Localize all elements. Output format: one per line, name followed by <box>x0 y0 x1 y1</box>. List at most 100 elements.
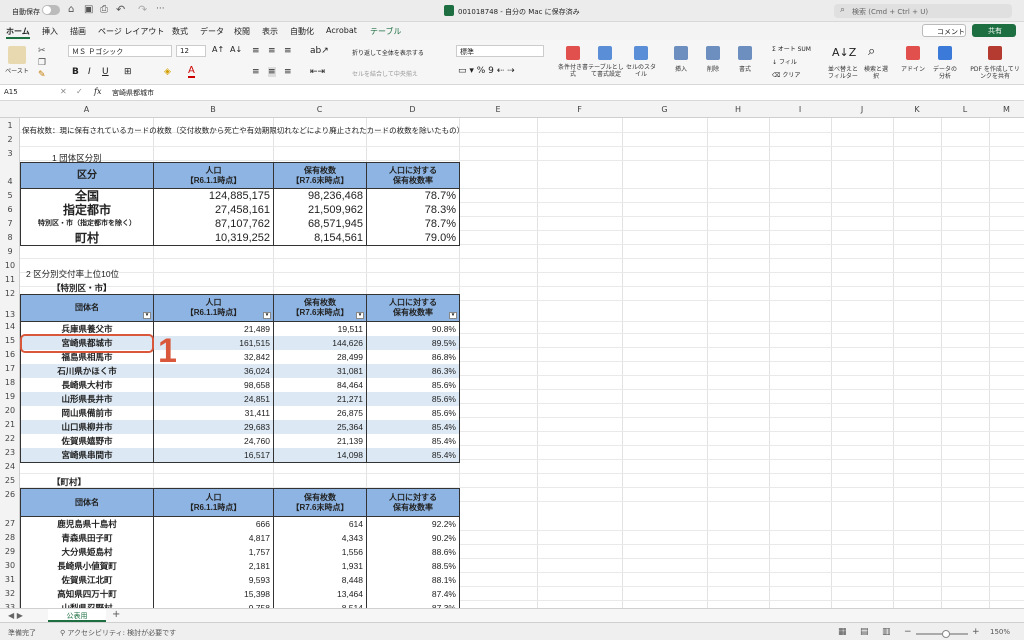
col-header-b[interactable]: B <box>153 105 273 114</box>
paste-icon[interactable] <box>8 46 26 64</box>
rate-cell[interactable]: 85.4% <box>366 420 460 435</box>
rate-cell[interactable]: 85.6% <box>366 378 460 393</box>
col-header-j[interactable]: J <box>831 105 893 114</box>
row-name-cell[interactable]: 高知県四万十町 <box>20 587 154 602</box>
population-cell[interactable]: 4,817 <box>153 531 274 546</box>
comment-button[interactable]: コメント <box>922 24 966 37</box>
accessibility-status[interactable]: ⚲ アクセシビリティ: 検討が必要です <box>60 628 176 638</box>
search-box[interactable]: ⌕ 検索 (Cmd + Ctrl + U) <box>834 4 1012 18</box>
col-header-l[interactable]: L <box>941 105 989 114</box>
align-top-icon[interactable]: ≡ <box>252 46 260 56</box>
wrap-text-button[interactable]: 折り返して全体を表示する <box>352 48 424 57</box>
row-header[interactable]: 27 <box>0 519 20 528</box>
col-header-d[interactable]: D <box>366 105 459 114</box>
font-color-icon[interactable]: A <box>188 66 195 78</box>
rate-cell[interactable]: 78.7% <box>366 189 460 204</box>
row-name-cell[interactable]: 特別区・市（指定都市を除く） <box>20 217 154 232</box>
tab-draw[interactable]: 描画 <box>70 26 86 37</box>
rate-cell[interactable]: 88.5% <box>366 559 460 574</box>
rate-cell[interactable]: 78.7% <box>366 217 460 232</box>
row-header[interactable]: 4 <box>0 177 20 186</box>
holdings-cell[interactable]: 68,571,945 <box>273 217 367 232</box>
population-cell[interactable]: 666 <box>153 517 274 532</box>
tab-acrobat[interactable]: Acrobat <box>326 26 357 35</box>
copy-icon[interactable]: ❐ <box>38 58 46 68</box>
redo-icon[interactable]: ↷ <box>138 3 147 16</box>
row-header[interactable]: 16 <box>0 350 20 359</box>
population-cell[interactable]: 24,851 <box>153 392 274 407</box>
filter-dropdown-icon[interactable]: ▾ <box>263 312 271 319</box>
col-header-g[interactable]: G <box>622 105 707 114</box>
population-cell[interactable]: 27,458,161 <box>153 203 274 218</box>
tab-review[interactable]: 校閲 <box>234 26 250 37</box>
holdings-cell[interactable]: 21,509,962 <box>273 203 367 218</box>
autosum-button[interactable]: Σ オート SUM <box>772 44 811 53</box>
row-header[interactable]: 12 <box>0 289 20 298</box>
fill-button[interactable]: ↓ フィル <box>772 57 797 66</box>
row-header[interactable]: 17 <box>0 364 20 373</box>
zoom-out-icon[interactable]: − <box>904 627 912 637</box>
row-header[interactable]: 9 <box>0 247 20 256</box>
rate-cell[interactable]: 86.3% <box>366 364 460 379</box>
rate-cell[interactable]: 85.4% <box>366 434 460 449</box>
population-cell[interactable]: 2,181 <box>153 559 274 574</box>
holdings-cell[interactable]: 84,464 <box>273 378 367 393</box>
border-icon[interactable]: ⊞ <box>124 67 132 77</box>
bold-icon[interactable]: B <box>72 67 79 77</box>
conditional-format-icon[interactable] <box>566 46 580 60</box>
add-sheet-icon[interactable]: + <box>112 609 120 620</box>
row-header[interactable]: 31 <box>0 575 20 584</box>
cell-style-icon[interactable] <box>634 46 648 60</box>
orientation-icon[interactable]: ab↗ <box>310 46 329 56</box>
row-name-cell[interactable]: 山形県長井市 <box>20 392 154 407</box>
rate-cell[interactable]: 87.4% <box>366 587 460 602</box>
row-name-cell[interactable]: 宮崎県串間市 <box>20 448 154 463</box>
holdings-cell[interactable]: 21,271 <box>273 392 367 407</box>
row-name-cell[interactable]: 山口県柳井市 <box>20 420 154 435</box>
home-icon[interactable]: ⌂ <box>68 4 74 15</box>
fill-color-icon[interactable]: ◈ <box>164 67 171 77</box>
normal-view-icon[interactable]: ▦ <box>838 627 847 637</box>
row-header[interactable]: 5 <box>0 191 20 200</box>
rate-cell[interactable]: 78.3% <box>366 203 460 218</box>
row-name-cell[interactable]: 石川県かほく市 <box>20 364 154 379</box>
align-middle-icon[interactable]: ≡ <box>268 46 276 56</box>
row-header[interactable]: 30 <box>0 561 20 570</box>
number-format-select[interactable]: 標準 <box>456 45 544 57</box>
holdings-cell[interactable]: 1,931 <box>273 559 367 574</box>
format-cells-icon[interactable] <box>738 46 752 60</box>
holdings-cell[interactable]: 25,364 <box>273 420 367 435</box>
cut-icon[interactable]: ✂ <box>38 46 46 56</box>
row-header[interactable]: 23 <box>0 448 20 457</box>
create-pdf-icon[interactable] <box>988 46 1002 60</box>
population-cell[interactable]: 10,319,252 <box>153 231 274 246</box>
population-cell[interactable]: 9,593 <box>153 573 274 588</box>
row-header[interactable]: 19 <box>0 392 20 401</box>
row-header[interactable]: 1 <box>0 121 20 130</box>
population-cell[interactable]: 1,757 <box>153 545 274 560</box>
row-name-cell[interactable]: 佐賀県嬉野市 <box>20 434 154 449</box>
row-name-cell[interactable]: 鹿児島県十島村 <box>20 517 154 532</box>
clear-button[interactable]: ⌫ クリア <box>772 70 800 79</box>
row-header[interactable]: 10 <box>0 261 20 270</box>
tab-table[interactable]: テーブル <box>370 26 402 37</box>
undo-icon[interactable]: ↶ <box>116 3 125 16</box>
filter-dropdown-icon[interactable]: ▾ <box>356 312 364 319</box>
save-icon[interactable]: ▣ <box>84 4 93 15</box>
row-header[interactable]: 26 <box>0 490 20 499</box>
holdings-cell[interactable]: 14,098 <box>273 448 367 463</box>
holdings-cell[interactable]: 8,448 <box>273 573 367 588</box>
format-painter-icon[interactable]: ✎ <box>38 70 46 80</box>
page-break-view-icon[interactable]: ▥ <box>882 627 891 637</box>
row-header[interactable]: 2 <box>0 135 20 144</box>
sort-filter-icon[interactable]: A↓Z <box>832 46 856 59</box>
cancel-icon[interactable]: ✕ <box>60 87 67 96</box>
tab-formulas[interactable]: 数式 <box>172 26 188 37</box>
row-name-cell[interactable]: 佐賀県江北町 <box>20 573 154 588</box>
rate-cell[interactable]: 90.2% <box>366 531 460 546</box>
population-cell[interactable]: 24,760 <box>153 434 274 449</box>
formula-input[interactable]: 宮崎県都城市 <box>112 88 154 98</box>
col-header-i[interactable]: I <box>769 105 831 114</box>
holdings-cell[interactable]: 21,139 <box>273 434 367 449</box>
delete-cells-icon[interactable] <box>706 46 720 60</box>
